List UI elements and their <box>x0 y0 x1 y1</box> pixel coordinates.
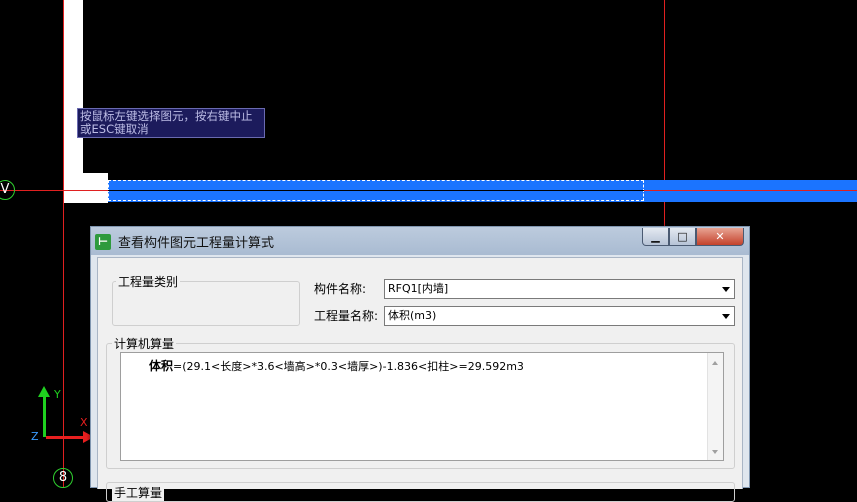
ucs-y-arrow-icon <box>38 386 50 397</box>
ucs-y-axis <box>43 395 46 437</box>
axis-marker-v: V <box>0 180 15 200</box>
dialog-title: 查看构件图元工程量计算式 <box>118 236 275 251</box>
grid-line-vertical-left <box>63 0 64 488</box>
computed-quantity-label: 计算机算量 <box>112 335 177 352</box>
minimize-button[interactable]: ▁ <box>642 228 669 246</box>
axis-marker-8: 8 <box>53 468 73 488</box>
axis-label-v: V <box>0 182 10 197</box>
dialog-client-area: 工程量类别 构件名称: RFQ1[内墙] 工程量名称: 体积(m3) 计算机算量… <box>97 257 743 502</box>
quantity-name-value: 体积(m3) <box>388 309 437 322</box>
close-button[interactable]: ✕ <box>696 228 744 246</box>
formula-expression: =(29.1<长度>*3.6<墙高>*0.3<墙厚>)-1.836<扣柱>=29… <box>173 360 524 373</box>
maximize-button[interactable]: □ <box>669 228 696 246</box>
grid-line-horizontal <box>0 190 108 191</box>
formula-label: 体积 <box>149 359 174 373</box>
quantity-formula-dialog: ⊢ 查看构件图元工程量计算式 ▁ □ ✕ 工程量类别 构件名称: RFQ1[内墙… <box>90 226 750 502</box>
component-name-label: 构件名称: <box>314 282 367 296</box>
grid-line-horizontal-right <box>644 190 857 191</box>
ucs-z-label: Z <box>31 430 39 443</box>
component-name-select[interactable]: RFQ1[内墙] <box>384 279 735 299</box>
chevron-down-icon <box>722 287 730 292</box>
wall-centerline <box>108 190 644 191</box>
wall-corner[interactable] <box>63 173 108 203</box>
formula-textarea[interactable]: 体积=(29.1<长度>*3.6<墙高>*0.3<墙厚>)-1.836<扣柱>=… <box>120 352 724 461</box>
formula-scrollbar[interactable] <box>707 353 723 460</box>
chevron-down-icon <box>722 314 730 319</box>
manual-quantity-label: 手工算量 <box>112 484 165 501</box>
ucs-y-label: Y <box>54 388 61 401</box>
hint-line-2: 或ESC键取消 <box>80 122 149 136</box>
scroll-up-icon[interactable] <box>712 361 718 365</box>
quantity-name-label: 工程量名称: <box>314 309 379 323</box>
formula-text: 体积=(29.1<长度>*3.6<墙高>*0.3<墙厚>)-1.836<扣柱>=… <box>149 357 524 374</box>
manual-quantity-group <box>106 482 735 502</box>
quantity-category-label: 工程量类别 <box>116 273 181 290</box>
axis-label-8: 8 <box>58 470 68 485</box>
app-icon: ⊢ <box>95 234 111 250</box>
command-hint-tooltip: 按鼠标左键选择图元，按右键中止 或ESC键取消 <box>77 108 265 138</box>
ucs-x-label: X <box>80 416 88 429</box>
quantity-name-select[interactable]: 体积(m3) <box>384 306 735 326</box>
component-name-value: RFQ1[内墙] <box>388 282 449 295</box>
dialog-titlebar[interactable]: ⊢ 查看构件图元工程量计算式 ▁ □ ✕ <box>91 227 749 255</box>
scroll-down-icon[interactable] <box>712 450 718 454</box>
ucs-x-axis <box>46 436 84 439</box>
